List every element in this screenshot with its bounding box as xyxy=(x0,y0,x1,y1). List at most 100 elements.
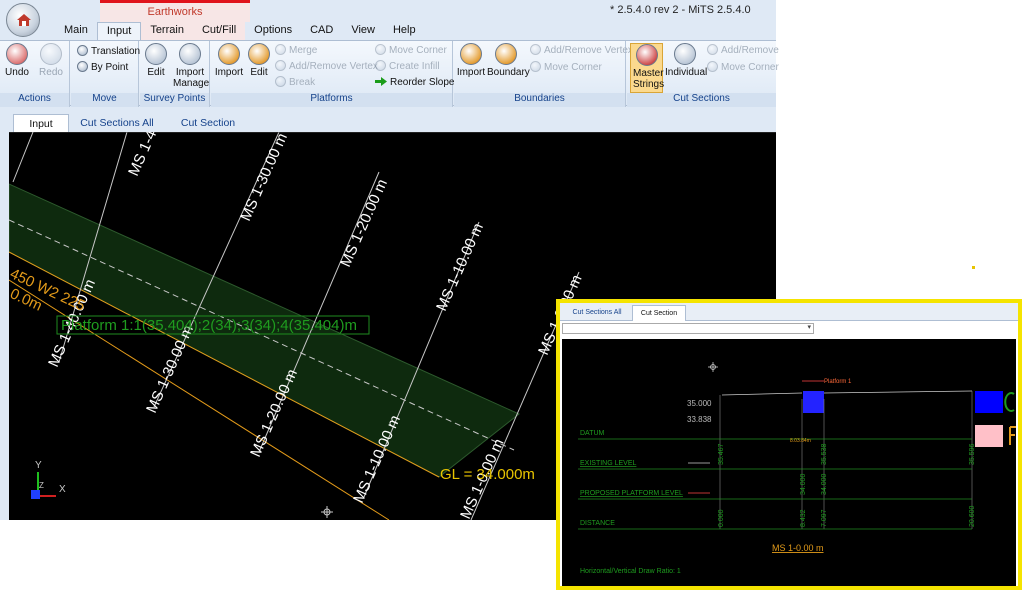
master-strings-label-1: Master xyxy=(633,68,664,79)
group-move: Translation By Point Move xyxy=(71,41,140,107)
tab-terrain[interactable]: Terrain xyxy=(141,22,193,40)
undo-label: Undo xyxy=(5,67,29,78)
cut-add-remove-label: Add/Remove xyxy=(721,45,779,56)
cut-add-remove-button[interactable]: Add/Remove xyxy=(707,44,779,58)
redo-button[interactable]: Redo xyxy=(38,43,64,78)
distance-value: 7.097 xyxy=(821,509,828,527)
platform-label: Platform 1:1(35.404);2(34);3(34);4(35.40… xyxy=(61,317,357,334)
ribbon: Undo Redo Actions Translation By Point M… xyxy=(0,40,779,107)
doc-tab-cut-section[interactable]: Cut Section xyxy=(176,114,240,132)
master-strings-button[interactable]: Master Strings xyxy=(630,43,664,93)
add-remove-vertex-icon xyxy=(530,44,541,55)
datum-value: 35.467 xyxy=(718,443,725,465)
inset-tab-cut-section[interactable]: Cut Section xyxy=(632,305,686,321)
boundary-move-corner-button[interactable]: Move Corner xyxy=(530,61,602,75)
distance-value: 8.432 xyxy=(800,509,807,527)
tab-input[interactable]: Input xyxy=(96,22,142,40)
legend-swatch-blue xyxy=(975,391,1003,413)
move-corner-icon xyxy=(530,61,541,72)
group-label-cut-sections: Cut Sections xyxy=(627,93,776,107)
undo-button[interactable]: Undo xyxy=(4,43,30,78)
survey-edit-button[interactable]: Edit xyxy=(145,43,167,78)
boundary-add-remove-vertex-label: Add/Remove Vertex xyxy=(544,45,633,56)
chevron-down-icon: ▾ xyxy=(807,324,811,331)
edit-icon xyxy=(248,43,270,65)
boundaries-import-label: Import xyxy=(456,67,486,78)
level-33: 33.838 xyxy=(687,415,712,424)
row-label-existing: EXISTING LEVEL xyxy=(580,460,637,467)
break-icon xyxy=(275,76,286,87)
datum-value: 35.596 xyxy=(969,443,976,465)
doc-tab-input[interactable]: Input xyxy=(13,114,69,132)
undo-icon xyxy=(6,43,28,65)
cut-move-corner-button[interactable]: Move Corner xyxy=(707,61,779,75)
platform-add-remove-vertex-button[interactable]: Add/Remove Vertex xyxy=(275,60,378,74)
individual-icon xyxy=(674,43,696,65)
platform-move-corner-label: Move Corner xyxy=(389,45,447,56)
boundaries-import-button[interactable]: Import xyxy=(456,43,486,78)
create-infill-button[interactable]: Create Infill xyxy=(375,60,440,74)
merge-label: Merge xyxy=(289,45,318,56)
reorder-slope-label: Reorder Slope xyxy=(390,77,455,88)
tab-main[interactable]: Main xyxy=(55,22,97,40)
string-label-top: MS 1-30.00 m xyxy=(237,132,291,224)
tab-help[interactable]: Help xyxy=(384,22,425,40)
move-corner-icon xyxy=(707,61,718,72)
axis-label-y: Y xyxy=(35,460,42,471)
z-axis-marker xyxy=(31,490,40,499)
by-point-button[interactable]: By Point xyxy=(77,61,128,75)
break-button[interactable]: Break xyxy=(275,76,315,90)
inset-tab-cut-sections-all[interactable]: Cut Sections All xyxy=(564,305,630,321)
translation-button[interactable]: Translation xyxy=(77,45,140,59)
datum-value: 35.538 xyxy=(821,443,828,465)
row-label-datum: DATUM xyxy=(580,430,605,437)
import-manage-icon xyxy=(179,43,201,65)
group-cut-sections: Master Strings Individual Add/Remove Mov… xyxy=(627,41,779,107)
import-manage-button[interactable]: Import Manage xyxy=(173,43,209,89)
platform-section-fill xyxy=(803,391,824,413)
boundary-add-remove-vertex-button[interactable]: Add/Remove Vertex xyxy=(530,44,633,58)
group-label-platforms: Platforms xyxy=(211,93,452,107)
group-actions: Undo Redo Actions xyxy=(0,41,70,107)
section-select[interactable]: ▾ xyxy=(562,323,814,334)
axis-label-z: Z xyxy=(39,481,44,490)
row-label-proposed: PROPOSED PLATFORM LEVEL xyxy=(580,490,683,497)
crosshair-icon xyxy=(321,506,333,518)
edit-icon xyxy=(145,43,167,65)
section-title: MS 1-0.00 m xyxy=(772,543,824,553)
break-label: Break xyxy=(289,77,316,88)
platform-move-corner-button[interactable]: Move Corner xyxy=(375,44,447,58)
redo-icon xyxy=(40,43,62,65)
merge-button[interactable]: Merge xyxy=(275,44,317,58)
string-label-top: MS 1-20.00 m xyxy=(337,177,391,270)
add-remove-icon xyxy=(707,44,718,55)
level-35: 35.000 xyxy=(687,399,712,408)
ground-profile xyxy=(823,390,973,394)
section-canvas[interactable]: Platform 1 35.000 33.838 DATUM EXISTING … xyxy=(562,339,1016,586)
import-icon xyxy=(218,43,240,65)
doc-tab-cut-sections-all[interactable]: Cut Sections All xyxy=(79,114,155,132)
tab-cad[interactable]: CAD xyxy=(301,22,342,40)
existing-value: 34.000 xyxy=(800,473,807,495)
translation-label: Translation xyxy=(91,46,141,57)
platform-tag: Platform 1 xyxy=(824,379,852,385)
boundary-label: Boundary xyxy=(487,67,530,78)
ground-profile xyxy=(721,392,803,396)
document-tabs: Input Cut Sections All Cut Section xyxy=(0,110,776,132)
window-title: * 2.5.4.0 rev 2 - MiTS 2.5.4.0 xyxy=(610,4,751,16)
tab-cut-fill[interactable]: Cut/Fill xyxy=(192,22,246,40)
individual-label: Individual xyxy=(665,67,708,78)
platforms-edit-button[interactable]: Edit xyxy=(247,43,271,78)
group-survey-points: Edit Import Manage Survey Points xyxy=(140,41,210,107)
individual-button[interactable]: Individual xyxy=(665,43,708,78)
tab-options[interactable]: Options xyxy=(245,22,301,40)
boundary-button[interactable]: Boundary xyxy=(487,43,530,78)
title-bar: Earthworks * 2.5.4.0 rev 2 - MiTS 2.5.4.… xyxy=(0,0,776,37)
group-label-move: Move xyxy=(71,93,138,107)
platforms-import-button[interactable]: Import xyxy=(214,43,244,78)
tab-view[interactable]: View xyxy=(342,22,384,40)
survey-edit-label: Edit xyxy=(147,67,165,78)
app-menu-button[interactable] xyxy=(6,3,40,37)
earthworks-context-group: Earthworks xyxy=(100,0,250,22)
reorder-slope-button[interactable]: Reorder Slope xyxy=(375,76,454,90)
